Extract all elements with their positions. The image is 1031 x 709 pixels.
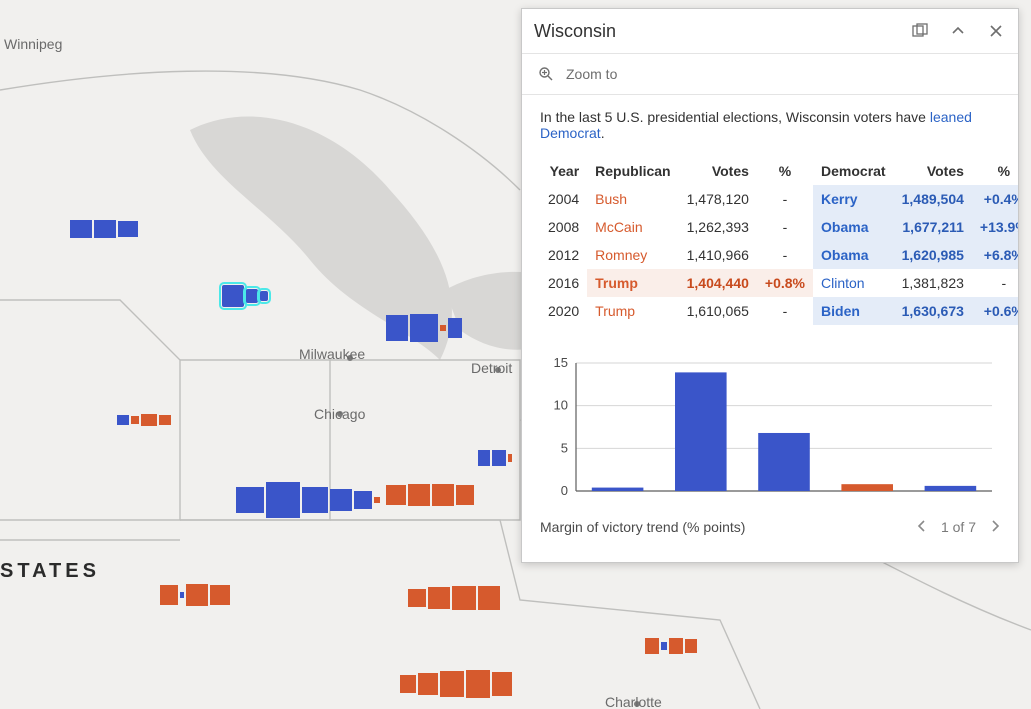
svg-text:15: 15	[554, 355, 568, 370]
popup-actions	[910, 21, 1006, 41]
zoom-to-label: Zoom to	[566, 66, 617, 82]
table-row: 2004Bush1,478,120-Kerry1,489,504+0.4%	[540, 185, 1018, 213]
state-marker[interactable]	[408, 586, 500, 610]
intro-prefix: In the last 5 U.S. presidential election…	[540, 109, 930, 125]
intro-suffix: .	[601, 125, 605, 141]
state-marker-selected[interactable]	[222, 285, 268, 307]
collapse-icon[interactable]	[948, 21, 968, 41]
feature-popup: Wisconsin Zoom to In the last 5 U.S. pre…	[521, 8, 1019, 563]
table-row: 2016Trump1,404,440+0.8%Clinton1,381,823-	[540, 269, 1018, 297]
pager-prev-icon[interactable]	[917, 519, 927, 535]
col-pct2: %	[972, 157, 1018, 185]
popup-body: In the last 5 U.S. presidential election…	[522, 95, 1018, 562]
svg-text:10: 10	[554, 398, 568, 413]
state-marker[interactable]	[160, 584, 230, 606]
pager-next-icon[interactable]	[990, 519, 1000, 535]
state-marker[interactable]	[478, 450, 512, 466]
popup-header: Wisconsin	[522, 9, 1018, 54]
state-marker[interactable]	[386, 484, 474, 506]
state-marker[interactable]	[117, 414, 171, 426]
state-marker[interactable]	[645, 638, 697, 654]
close-icon[interactable]	[986, 21, 1006, 41]
col-votes2: Votes	[894, 157, 972, 185]
zoom-icon	[536, 64, 556, 84]
dock-icon[interactable]	[910, 21, 930, 41]
chart-title: Margin of victory trend (% points)	[540, 519, 745, 535]
svg-text:0: 0	[561, 483, 568, 498]
col-dem: Democrat	[813, 157, 894, 185]
zoom-to-action[interactable]: Zoom to	[522, 54, 1018, 95]
state-marker[interactable]	[70, 220, 138, 238]
table-row: 2008McCain1,262,393-Obama1,677,211+13.9%	[540, 213, 1018, 241]
svg-text:5: 5	[561, 440, 568, 455]
table-row: 2012Romney1,410,966-Obama1,620,985+6.8%	[540, 241, 1018, 269]
col-rep: Republican	[587, 157, 678, 185]
state-marker[interactable]	[386, 314, 462, 342]
popup-title: Wisconsin	[534, 21, 616, 42]
col-year: Year	[540, 157, 587, 185]
media-pager: 1 of 7	[917, 519, 1000, 535]
results-table: Year Republican Votes % Democrat Votes %…	[540, 157, 1018, 325]
pager-label: 1 of 7	[941, 519, 976, 535]
table-row: 2020Trump1,610,065-Biden1,630,673+0.6%	[540, 297, 1018, 325]
col-pct1: %	[757, 157, 813, 185]
state-marker[interactable]	[236, 482, 380, 518]
popup-intro: In the last 5 U.S. presidential election…	[540, 109, 1000, 141]
state-marker[interactable]	[400, 670, 512, 698]
margin-chart: 0 5 10 15 Margin of victory trend (% points…	[540, 355, 1000, 553]
col-votes1: Votes	[679, 157, 757, 185]
